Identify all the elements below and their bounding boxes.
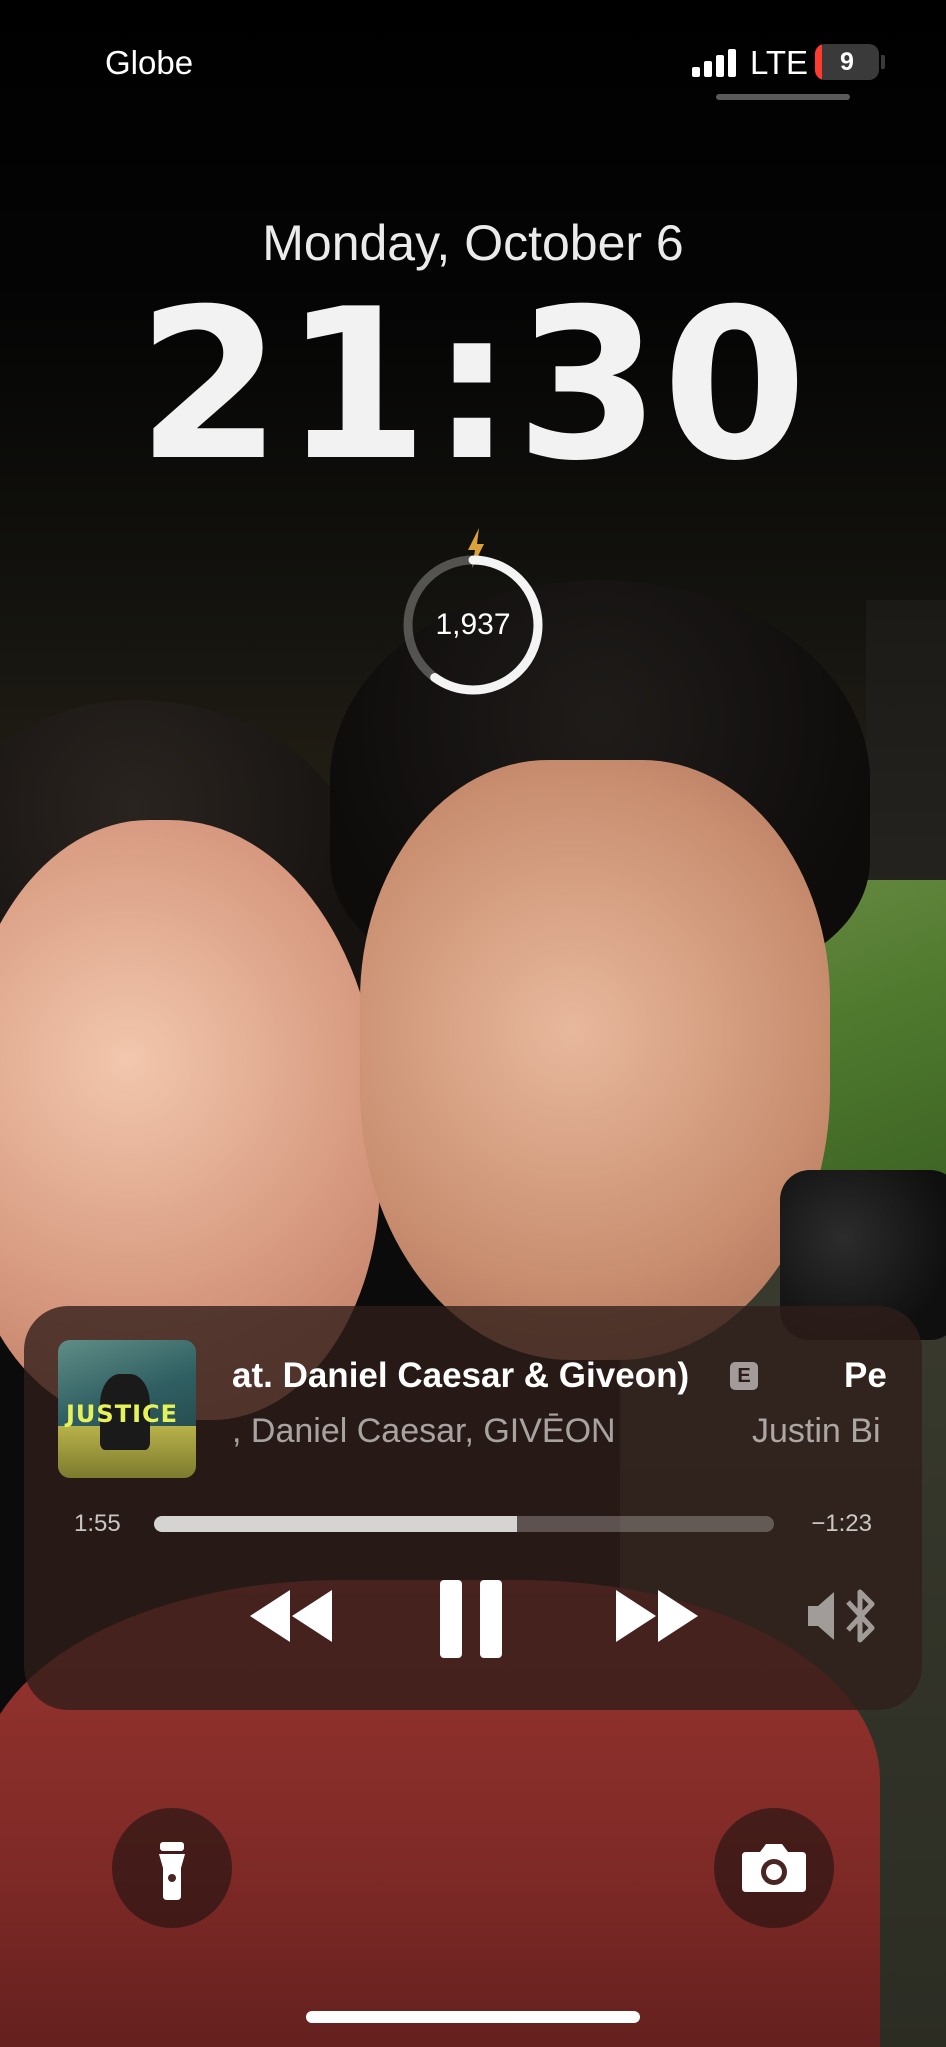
elapsed-time: 1:55 [74,1510,121,1537]
speaker-bluetooth-icon[interactable] [804,1584,880,1648]
album-art[interactable]: JUSTICE [58,1340,196,1478]
explicit-badge: E [730,1362,758,1390]
home-indicator[interactable] [306,2011,640,2023]
ring-widget[interactable]: 1,937 [400,552,546,698]
wallpaper-car-frame [866,600,946,920]
track-artist-next: Justin Bi [752,1412,881,1450]
playback-progress-fill [154,1516,518,1532]
rewind-icon[interactable] [246,1586,336,1646]
battery-level: 9 [840,48,854,76]
pause-icon[interactable] [436,1578,506,1660]
fast-forward-icon[interactable] [612,1586,702,1646]
track-artist-current: , Daniel Caesar, GIVĒON [232,1412,616,1450]
battery-terminal [881,55,885,69]
carrier-name: Globe [105,44,194,81]
flashlight-icon [159,1842,185,1900]
camera-button[interactable] [714,1808,834,1928]
now-playing-card[interactable]: JUSTICE at. Daniel Caesar & Giveon) E Pe… [24,1306,922,1710]
track-title-current: at. Daniel Caesar & Giveon) [232,1356,690,1395]
battery-icon: 9 [815,44,879,80]
track-artist: , Daniel Caesar, GIVĒON Justin Bi [210,1412,910,1460]
camera-icon [742,1844,806,1892]
wallpaper-face-right [360,760,830,1360]
status-bar-indicator [716,94,850,100]
lock-screen-time[interactable]: 21:30 [0,282,946,490]
signal-strength-icon [692,49,738,77]
ring-widget-value: 1,937 [435,608,511,641]
status-bar: Globe LTE 9 [0,0,946,120]
remaining-time: −1:23 [811,1510,872,1537]
playback-scrubber[interactable] [154,1516,774,1532]
lock-screen-date: Monday, October 6 [262,215,684,271]
flashlight-button[interactable] [112,1808,232,1928]
track-title: at. Daniel Caesar & Giveon) E Pe [210,1356,910,1406]
network-type: LTE [750,44,809,81]
track-title-next: Pe [844,1356,887,1395]
